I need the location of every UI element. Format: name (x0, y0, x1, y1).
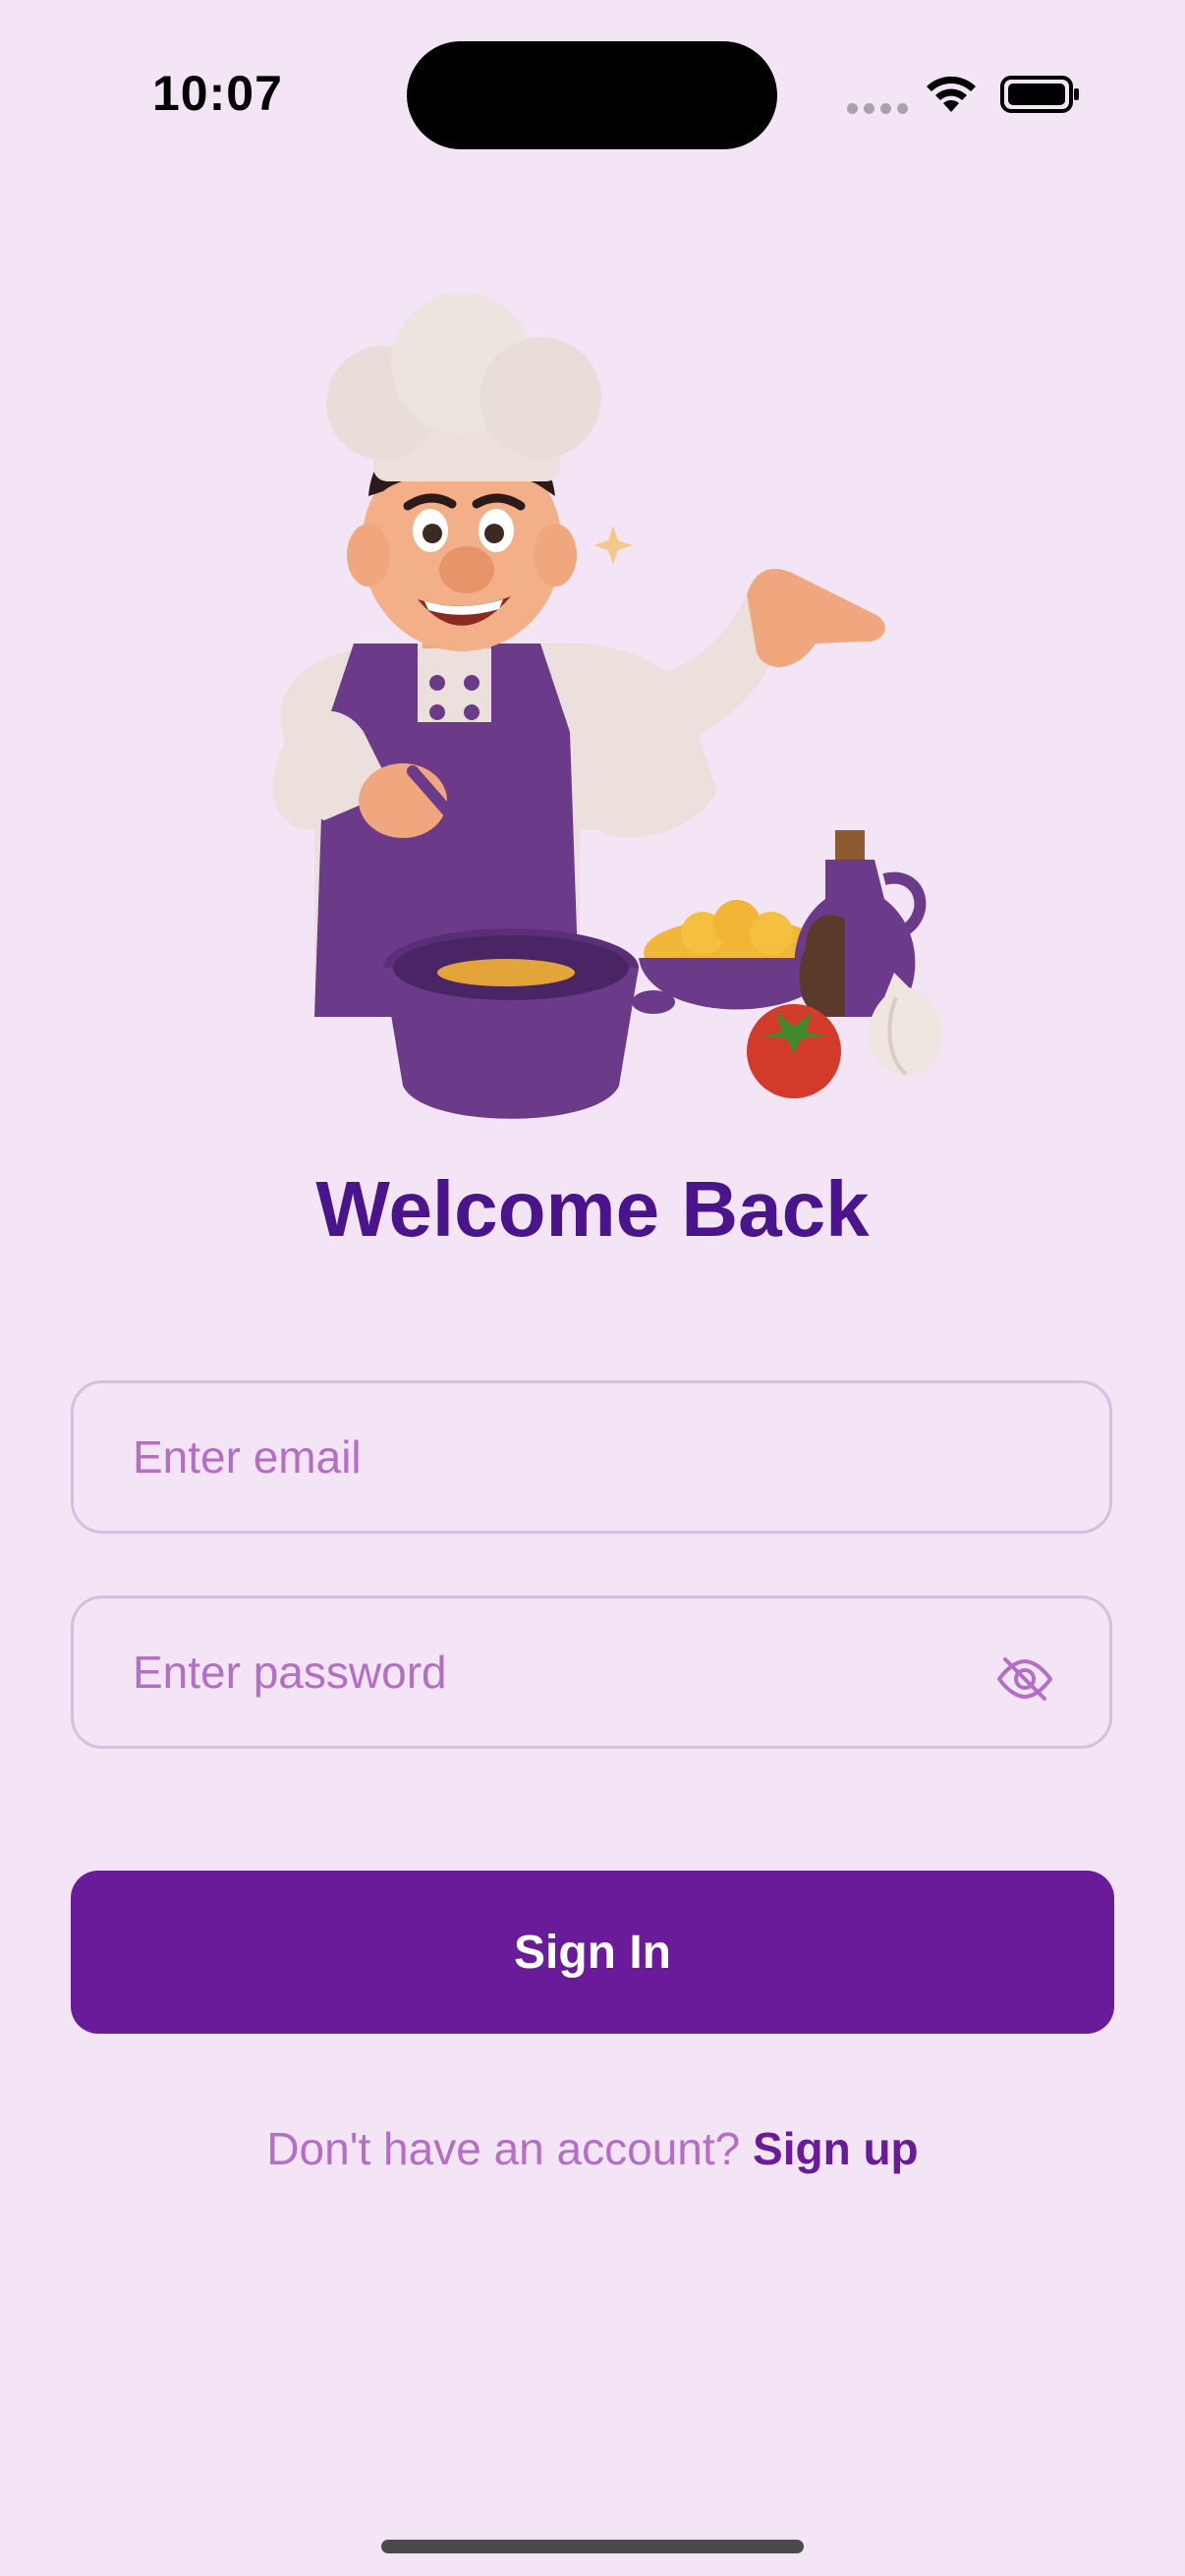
home-indicator[interactable] (381, 2540, 804, 2553)
signup-row: Don't have an account? Sign up (0, 2122, 1185, 2175)
email-field[interactable] (71, 1380, 1112, 1534)
sign-up-link[interactable]: Sign up (753, 2123, 919, 2174)
cellular-signal-icon (847, 103, 908, 114)
status-bar: 10:07 (0, 0, 1185, 187)
sign-in-button[interactable]: Sign In (71, 1871, 1114, 2034)
wifi-icon (927, 76, 976, 112)
dynamic-island (407, 41, 777, 149)
password-input[interactable] (133, 1598, 997, 1746)
battery-icon (1000, 76, 1079, 113)
password-field[interactable] (71, 1596, 1112, 1749)
email-input[interactable] (133, 1383, 997, 1531)
eye-slash-icon[interactable] (995, 1653, 1054, 1705)
sparkle-icon (593, 526, 633, 565)
chef-illustration (272, 293, 942, 1119)
status-time: 10:07 (152, 66, 283, 121)
signup-prompt: Don't have an account? (266, 2123, 741, 2174)
page-title: Welcome Back (315, 1165, 870, 1253)
